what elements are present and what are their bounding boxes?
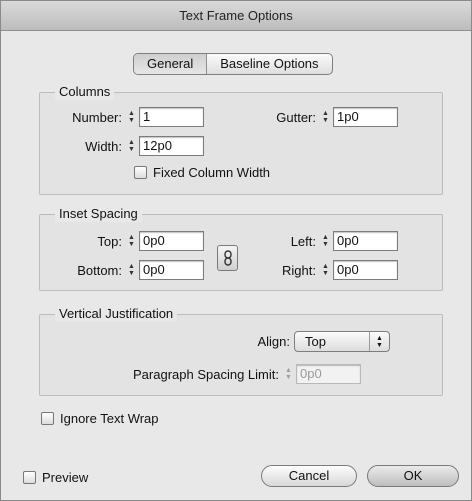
select-arrows-icon: ▲ ▼ [369, 332, 389, 351]
align-label: Align: [257, 334, 290, 349]
number-field[interactable]: 1 [139, 107, 204, 127]
columns-group: Columns Number: ▲ ▼ 1 Gutter: ▲ ▼ 1p0 Widt… [39, 84, 443, 195]
gutter-field[interactable]: 1p0 [333, 107, 398, 127]
vertical-justification-group: Vertical Justification Align: Top ▲ ▼ Par… [39, 306, 443, 396]
bottom-stepper-icon[interactable]: ▲ ▼ [126, 261, 137, 279]
inset-spacing-group: Inset Spacing Top: ▲ ▼ 0p0 Bottom: ▲ ▼ 0p0… [39, 206, 443, 291]
top-label: Top: [97, 233, 122, 249]
number-label: Number: [72, 109, 122, 125]
top-stepper-icon[interactable]: ▲ ▼ [126, 232, 137, 250]
paragraph-spacing-limit-label: Paragraph Spacing Limit: [133, 366, 279, 382]
preview-label: Preview [42, 470, 89, 485]
cancel-button[interactable]: Cancel [261, 465, 357, 487]
left-stepper-icon[interactable]: ▲ ▼ [320, 232, 331, 250]
width-field[interactable]: 12p0 [139, 136, 204, 156]
tab-general[interactable]: General [134, 54, 208, 74]
columns-title: Columns [55, 84, 115, 100]
gutter-stepper-icon[interactable]: ▲ ▼ [320, 108, 331, 126]
ok-button[interactable]: OK [367, 465, 459, 487]
left-field[interactable]: 0p0 [333, 231, 398, 251]
tab-baseline-options[interactable]: Baseline Options [207, 54, 331, 74]
inset-spacing-title: Inset Spacing [55, 206, 142, 222]
paragraph-spacing-limit-field: 0p0 [296, 364, 361, 384]
dialog-title: Text Frame Options [1, 1, 471, 31]
right-field[interactable]: 0p0 [333, 260, 398, 280]
bottom-label: Bottom: [77, 262, 122, 278]
gutter-label: Gutter: [276, 109, 316, 125]
fixed-column-width-checkbox[interactable] [134, 166, 147, 179]
align-select-value: Top [305, 334, 326, 349]
width-label: Width: [85, 138, 122, 154]
paragraph-spacing-stepper-icon: ▲ ▼ [285, 367, 292, 381]
right-label: Right: [282, 262, 316, 278]
tab-bar: General Baseline Options [133, 53, 333, 75]
ignore-text-wrap-label: Ignore Text Wrap [60, 411, 159, 426]
preview-checkbox[interactable] [23, 471, 36, 484]
width-stepper-icon[interactable]: ▲ ▼ [126, 137, 137, 155]
top-field[interactable]: 0p0 [139, 231, 204, 251]
number-stepper-icon[interactable]: ▲ ▼ [126, 108, 137, 126]
text-frame-options-dialog: Text Frame Options General Baseline Opti… [0, 0, 472, 501]
left-label: Left: [290, 233, 316, 249]
right-stepper-icon[interactable]: ▲ ▼ [320, 261, 331, 279]
link-settings-chain-icon[interactable] [217, 245, 238, 271]
align-select[interactable]: Top ▲ ▼ [294, 331, 390, 352]
vertical-justification-title: Vertical Justification [55, 306, 178, 322]
fixed-column-width-label: Fixed Column Width [153, 165, 271, 180]
ignore-text-wrap-checkbox[interactable] [41, 412, 54, 425]
bottom-field[interactable]: 0p0 [139, 260, 204, 280]
